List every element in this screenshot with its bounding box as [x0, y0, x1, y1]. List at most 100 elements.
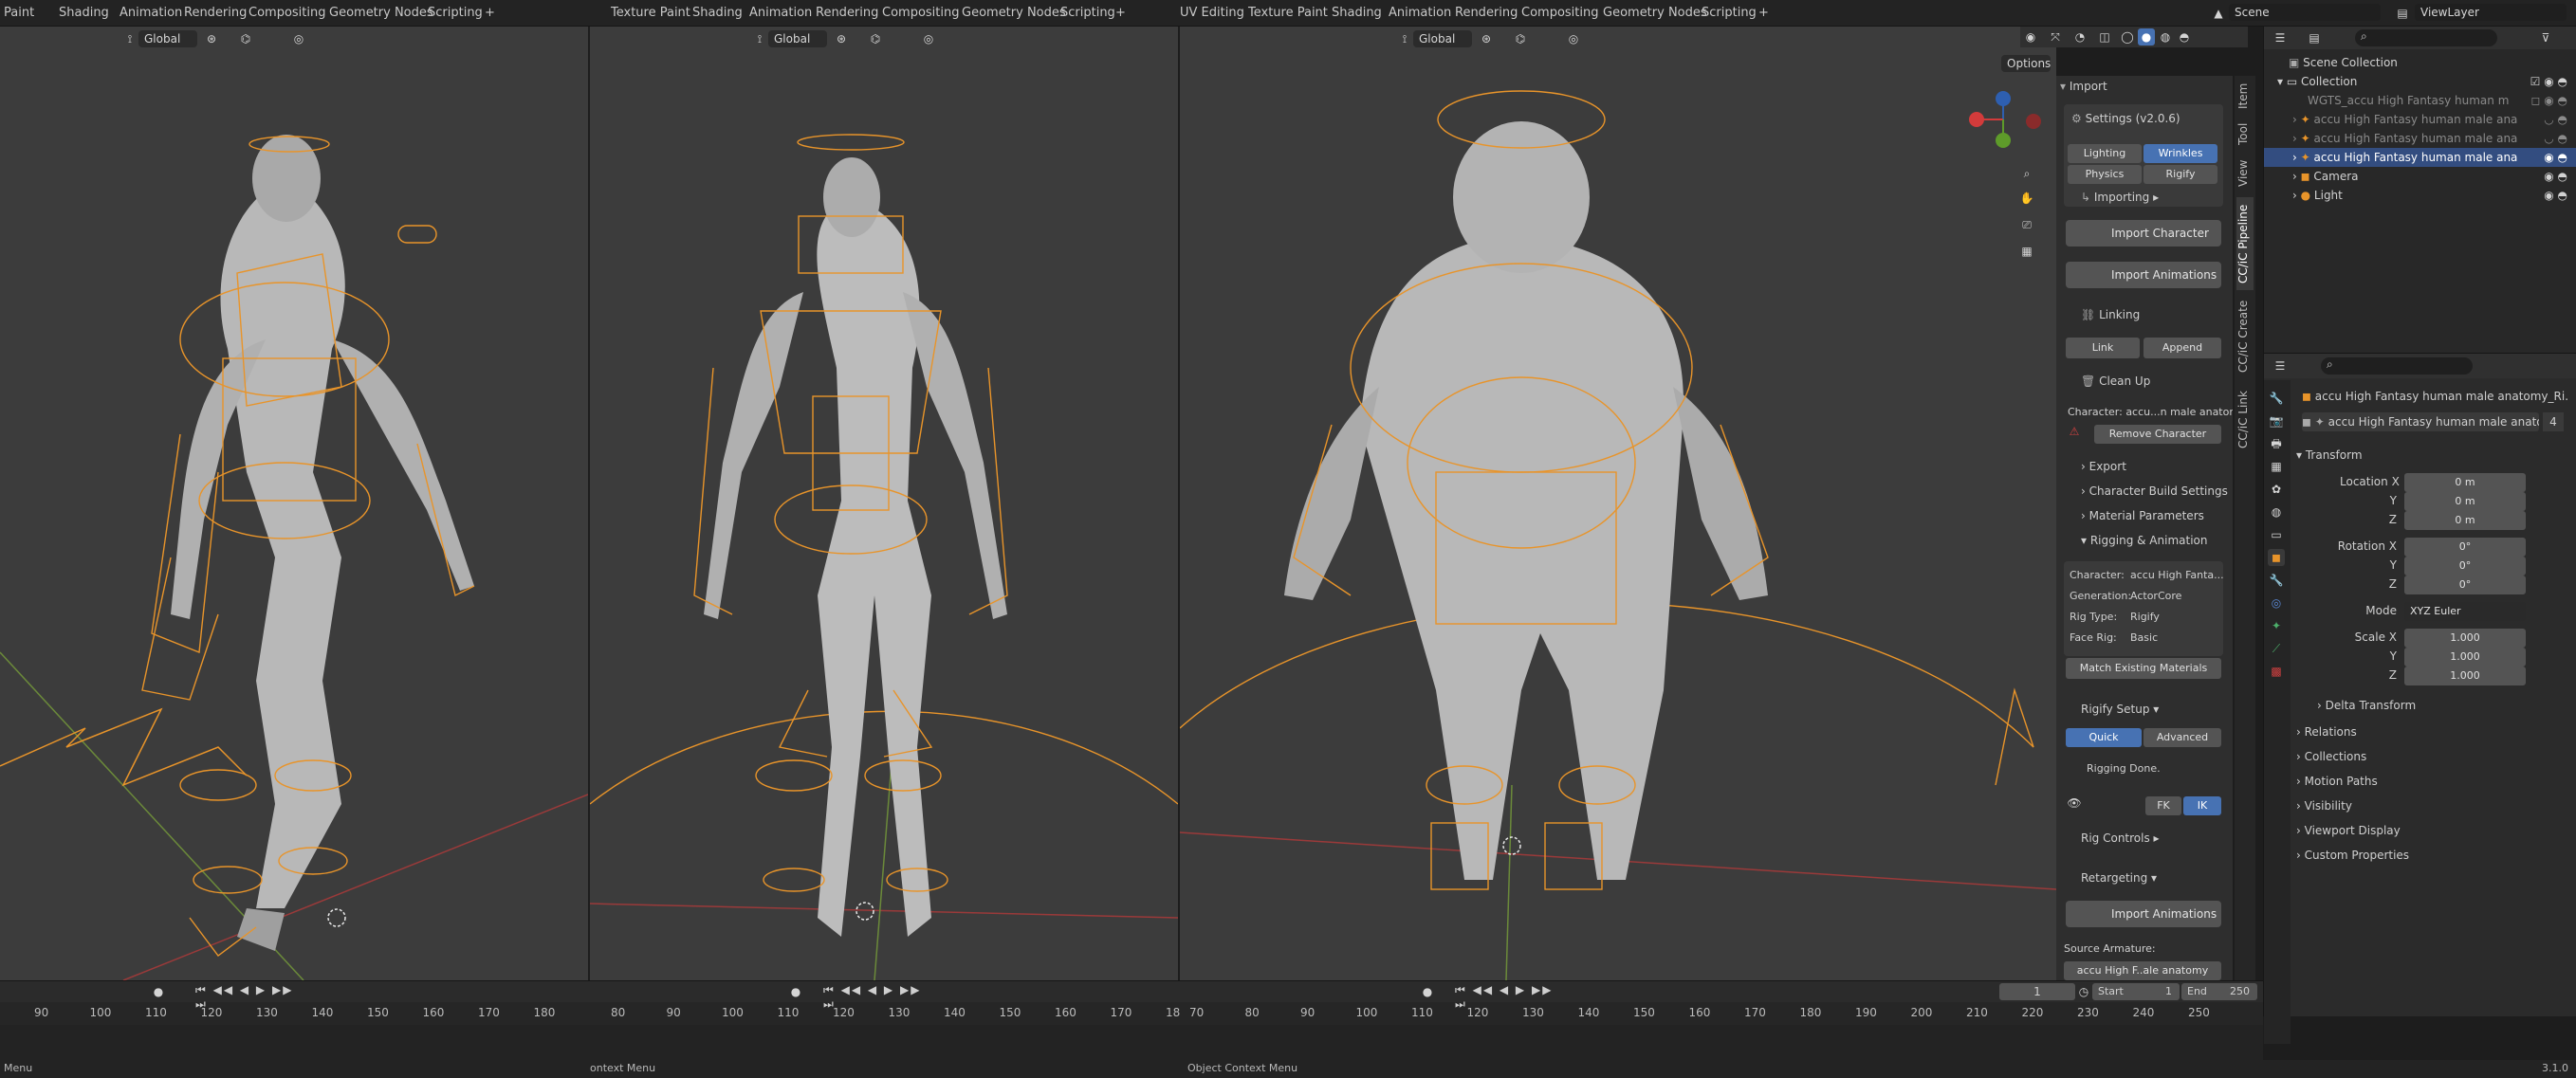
- tab-shading[interactable]: Shading: [689, 0, 746, 27]
- pivot-icon[interactable]: ⊛: [1478, 30, 1495, 47]
- tab-wrinkles[interactable]: Wrinkles: [2144, 144, 2217, 163]
- texture-icon[interactable]: ▩: [2268, 663, 2285, 680]
- linking-section[interactable]: ⛓ Linking: [2066, 303, 2221, 326]
- scale-x-field[interactable]: 1.000: [2404, 629, 2526, 648]
- export-section[interactable]: › Export: [2066, 455, 2221, 478]
- outliner-row[interactable]: › ✦ accu High Fantasy human male ana ◡ ◓: [2264, 129, 2576, 148]
- tab-cc-create[interactable]: CC/iC Create: [2236, 296, 2254, 377]
- import-animations-button-2[interactable]: Import Animations: [2066, 901, 2221, 927]
- pivot-icon[interactable]: ⊛: [203, 30, 220, 47]
- search-input[interactable]: ⌕: [2355, 29, 2497, 46]
- tab-compositing[interactable]: Compositing: [878, 0, 964, 27]
- tab-texture-paint[interactable]: Texture Paint: [1244, 0, 1332, 27]
- material-preview-icon[interactable]: ◍: [2157, 28, 2174, 46]
- tab-geometry-nodes[interactable]: Geometry Nodes: [325, 0, 437, 27]
- visibility-icon[interactable]: ◉: [2022, 28, 2039, 46]
- tab-scripting[interactable]: Scripting: [424, 0, 487, 27]
- location-x-field[interactable]: 0 m: [2404, 473, 2526, 492]
- outliner-row[interactable]: ▣ Scene Collection: [2264, 53, 2576, 72]
- location-y-field[interactable]: 0 m: [2404, 492, 2526, 511]
- transform-orientation-dropdown[interactable]: Global: [138, 30, 197, 47]
- properties-search-input[interactable]: ⌕: [2321, 357, 2473, 375]
- import-animations-button[interactable]: Import Animations: [2066, 262, 2221, 288]
- tab-shading[interactable]: Shading: [1328, 0, 1386, 27]
- ortho-grid-icon[interactable]: ▦: [2018, 243, 2035, 260]
- proportional-edit-icon[interactable]: ◎: [1565, 30, 1582, 47]
- solid-shading-icon[interactable]: ●: [2138, 28, 2155, 46]
- ik-button[interactable]: IK: [2183, 796, 2221, 815]
- character-build-section[interactable]: › Character Build Settings: [2066, 480, 2228, 502]
- tab-cc-pipeline[interactable]: CC/iC Pipeline: [2236, 197, 2254, 290]
- scene-icon[interactable]: ✿: [2268, 481, 2285, 498]
- importing-section[interactable]: ↳ Importing ▸: [2066, 186, 2221, 209]
- material-parameters-section[interactable]: › Material Parameters: [2066, 504, 2221, 527]
- outliner-row[interactable]: › ✦ accu High Fantasy human male ana ◡ ◓: [2264, 110, 2576, 129]
- wireframe-icon[interactable]: ◯: [2119, 28, 2136, 46]
- motion-paths-panel[interactable]: › Motion Paths: [2296, 775, 2378, 788]
- tab-cc-link[interactable]: CC/iC Link: [2236, 383, 2254, 457]
- outliner-row[interactable]: › ● Light ◉ ◓: [2264, 186, 2576, 205]
- outliner-row[interactable]: › ◼ Camera ◉ ◓: [2264, 167, 2576, 186]
- armature-data-field[interactable]: ◼ ✦ accu High Fantasy human male anatomy…: [2302, 412, 2539, 431]
- snap-icon[interactable]: ⌬: [237, 30, 254, 47]
- viewport-left[interactable]: ⟟ Global ⊛ ⌬ ◎: [0, 27, 588, 980]
- proportional-edit-icon[interactable]: ◎: [290, 30, 307, 47]
- tab-geometry-nodes[interactable]: Geometry Nodes: [1599, 0, 1711, 27]
- fk-button[interactable]: FK: [2145, 796, 2181, 815]
- tab-animation[interactable]: Animation: [745, 0, 816, 27]
- tab-animation[interactable]: Animation: [1385, 0, 1455, 27]
- pan-hand-icon[interactable]: ✋: [2018, 190, 2035, 207]
- settings-title[interactable]: ⚙ Settings (v2.0.6): [2071, 112, 2180, 125]
- tab-physics[interactable]: Physics: [2068, 165, 2142, 184]
- viewport-middle[interactable]: ⟟ Global ⊛ ⌬ ◎: [590, 27, 1178, 980]
- timeline-track[interactable]: [0, 1025, 2263, 1063]
- view-layer-icon[interactable]: ▦: [2268, 458, 2285, 475]
- retargeting-section[interactable]: Retargeting ▾: [2066, 867, 2221, 889]
- add-workspace-button[interactable]: +: [481, 0, 499, 27]
- tab-scripting[interactable]: Scripting: [1057, 0, 1119, 27]
- physics-icon[interactable]: ◎: [2268, 594, 2285, 612]
- rigging-animation-section[interactable]: ▾ Rigging & Animation: [2066, 529, 2221, 552]
- proportional-edit-icon[interactable]: ◎: [920, 30, 937, 47]
- pivot-icon[interactable]: ⊛: [833, 30, 850, 47]
- scale-y-field[interactable]: 1.000: [2404, 648, 2526, 667]
- xray-icon[interactable]: ◫: [2096, 28, 2113, 46]
- filter-icon[interactable]: ⊽: [2537, 29, 2554, 46]
- armature-data-icon[interactable]: ✦: [2268, 617, 2285, 634]
- outliner-row[interactable]: ▾ ▭ Collection ☑ ◉ ◓: [2264, 72, 2576, 91]
- display-mode-icon[interactable]: ▤: [2306, 29, 2323, 46]
- tab-rigify[interactable]: Rigify: [2144, 165, 2217, 184]
- quick-mode-button[interactable]: Quick: [2066, 728, 2142, 747]
- navigation-gizmo[interactable]: [1969, 91, 2041, 148]
- view-layer-selector[interactable]: ViewLayer: [2415, 4, 2567, 21]
- zoom-icon[interactable]: ⌕: [2018, 165, 2035, 182]
- match-materials-button[interactable]: Match Existing Materials: [2066, 658, 2221, 679]
- source-armature-field[interactable]: accu High F..ale anatomy: [2064, 961, 2221, 980]
- rendered-icon[interactable]: ◓: [2176, 28, 2193, 46]
- editor-type-icon[interactable]: ☰: [2272, 357, 2289, 375]
- collections-panel[interactable]: › Collections: [2296, 750, 2366, 763]
- collection-icon[interactable]: ▭: [2268, 526, 2285, 543]
- snap-icon[interactable]: ⌬: [1512, 30, 1529, 47]
- output-icon[interactable]: 🖶: [2268, 435, 2285, 452]
- eye-icon[interactable]: 👁: [2066, 795, 2083, 812]
- tab-view[interactable]: View: [2236, 155, 2254, 192]
- transform-orientation-dropdown[interactable]: Global: [768, 30, 827, 47]
- tab-compositing[interactable]: Compositing: [1518, 0, 1603, 27]
- camera-view-icon[interactable]: ⎚: [2018, 216, 2035, 233]
- outliner-row[interactable]: WGTS_accu High Fantasy human m ◻ ◉ ◓: [2264, 91, 2576, 110]
- transform-orientation-dropdown[interactable]: Global: [1413, 30, 1472, 47]
- object-icon[interactable]: ◼: [2268, 549, 2285, 566]
- tab-rendering[interactable]: Rendering: [812, 0, 882, 27]
- rotation-mode-dropdown[interactable]: XYZ Euler: [2404, 602, 2526, 621]
- tab-uv-editing[interactable]: UV Editing: [1176, 0, 1248, 27]
- outliner-row-selected[interactable]: › ✦ accu High Fantasy human male ana ◉ ◓: [2264, 148, 2576, 167]
- tool-icon[interactable]: 🔧: [2268, 390, 2285, 407]
- add-workspace-button[interactable]: +: [1112, 0, 1130, 27]
- import-panel-header[interactable]: ▾ Import: [2060, 80, 2223, 93]
- clean-up-section[interactable]: 🗑 Clean Up: [2066, 370, 2221, 393]
- rotation-y-field[interactable]: 0°: [2404, 557, 2526, 576]
- tab-scripting[interactable]: Scripting: [1698, 0, 1760, 27]
- transform-panel-header[interactable]: ▾ Transform: [2296, 448, 2363, 462]
- advanced-mode-button[interactable]: Advanced: [2144, 728, 2221, 747]
